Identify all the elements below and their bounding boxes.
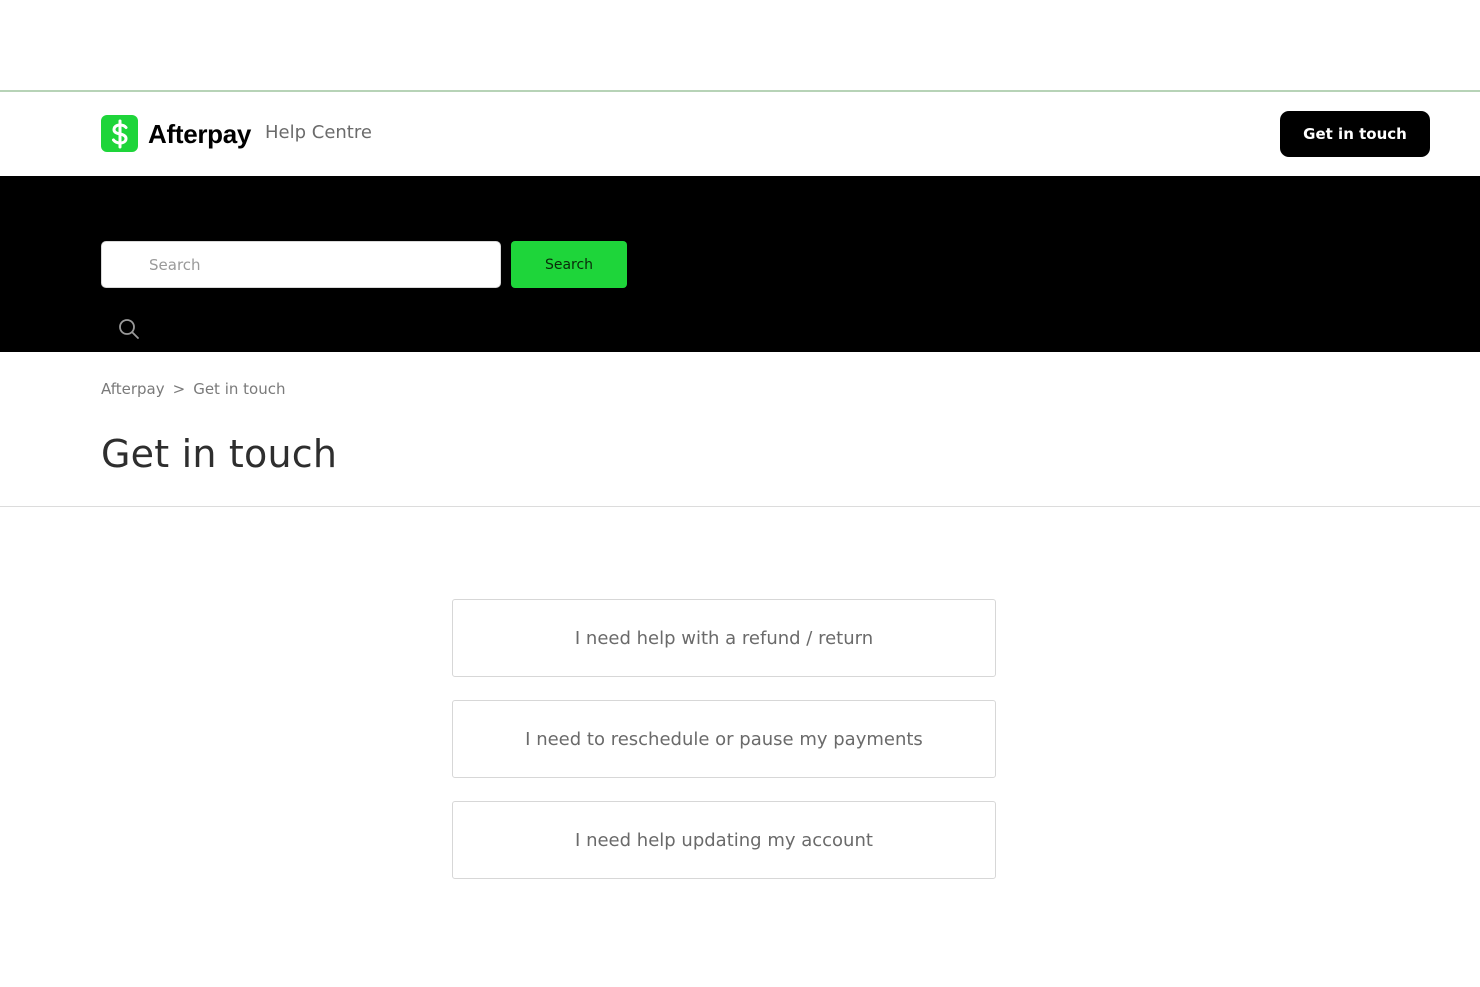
breadcrumb-item-current[interactable]: Get in touch xyxy=(193,379,285,399)
search-icon[interactable] xyxy=(117,317,141,341)
option-reschedule-payments[interactable]: I need to reschedule or pause my payment… xyxy=(452,700,996,778)
option-refund-return[interactable]: I need help with a refund / return xyxy=(452,599,996,677)
site-header: Afterpay Help Centre Get in touch xyxy=(0,92,1480,176)
option-update-account[interactable]: I need help updating my account xyxy=(452,801,996,879)
search-input[interactable] xyxy=(101,241,501,288)
top-blank-area xyxy=(0,0,1480,92)
afterpay-logo-icon[interactable] xyxy=(101,115,138,152)
breadcrumb: Afterpay > Get in touch xyxy=(101,379,285,399)
dollar-sign-icon xyxy=(111,119,128,148)
search-hero: Search xyxy=(0,176,1480,352)
search-button[interactable]: Search xyxy=(511,241,627,288)
contact-options: I need help with a refund / return I nee… xyxy=(452,599,996,902)
get-in-touch-button[interactable]: Get in touch xyxy=(1280,111,1430,157)
page-title-area: Afterpay > Get in touch Get in touch xyxy=(0,352,1480,507)
page-title: Get in touch xyxy=(101,432,338,476)
help-centre-label: Help Centre xyxy=(265,122,372,143)
breadcrumb-item-home[interactable]: Afterpay xyxy=(101,379,165,399)
breadcrumb-separator: > xyxy=(172,380,186,398)
brand-name[interactable]: Afterpay xyxy=(148,118,251,150)
